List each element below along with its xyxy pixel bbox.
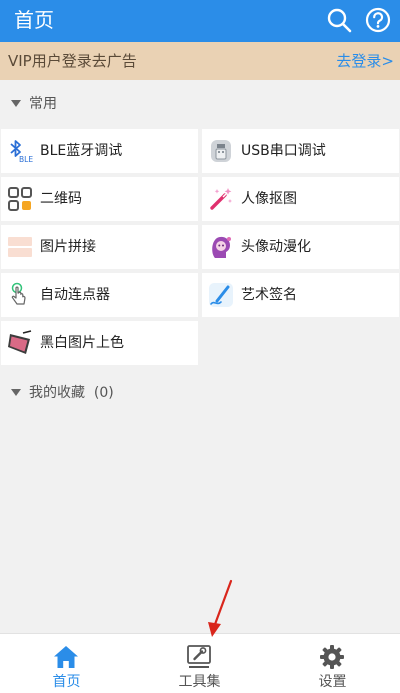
tool-label: BLE蓝牙调试 [40,143,123,159]
image-stitch-icon [8,237,32,257]
vip-message: VIP用户登录去广告 [8,52,137,70]
search-icon[interactable] [326,7,352,33]
home-icon [54,646,78,668]
toolbox-icon [187,645,211,668]
bottom-navigation: 首页 工具集 设置 [0,633,400,693]
tab-settings[interactable]: 设置 [266,634,399,693]
favorites-title: 我的收藏 [29,385,85,401]
section-common-header[interactable]: 常用 [0,82,400,126]
settings-gear-icon [320,645,344,669]
tool-label: 艺术签名 [241,287,297,303]
tool-label: 黑白图片上色 [40,335,124,351]
tool-label: 图片拼接 [40,239,96,255]
anime-avatar-icon [212,236,231,258]
annotation-arrow [208,579,233,637]
tab-toolbox[interactable]: 工具集 [133,634,266,693]
bluetooth-ble-icon: BLE [10,140,33,164]
section-common-label: 常用 [29,96,57,112]
tool-label: USB串口调试 [241,143,326,159]
svg-text:BLE: BLE [19,155,33,164]
tab-home[interactable]: 首页 [0,634,133,693]
login-link[interactable]: 去登录> [336,52,394,70]
tab-label: 工具集 [178,674,221,690]
tool-label: 头像动漫化 [241,239,311,255]
section-favorites-header[interactable]: 我的收藏 (0) [0,371,400,415]
tool-colorize-bw-photo[interactable]: 黑白图片上色 [1,321,198,365]
tool-label: 人像抠图 [241,191,297,207]
qr-code-icon [8,187,32,211]
section-favorites-label: 我的收藏 (0) [29,384,114,402]
tab-label: 首页 [52,674,81,690]
usb-icon [211,140,231,162]
tool-ble-debug[interactable]: BLE BLE蓝牙调试 [1,129,198,173]
colorize-icon [8,330,32,354]
tool-usb-serial-debug[interactable]: USB串口调试 [202,129,399,173]
help-icon[interactable] [365,7,391,33]
tool-portrait-cutout[interactable]: 人像抠图 [202,177,399,221]
signature-pen-icon [209,283,233,307]
tab-label: 设置 [318,674,347,690]
tool-qr-code[interactable]: 二维码 [1,177,198,221]
collapse-arrow-icon [11,100,21,107]
app-bar: 首页 [0,0,400,42]
tool-image-stitch[interactable]: 图片拼接 [1,225,198,269]
vip-banner[interactable]: VIP用户登录去广告 去登录> [0,42,400,80]
collapse-arrow-icon [11,389,21,396]
tool-auto-clicker[interactable]: 自动连点器 [1,273,198,317]
page-title: 首页 [14,8,54,32]
favorites-count: (0) [93,385,114,401]
tool-label: 二维码 [40,191,82,207]
tool-art-signature[interactable]: 艺术签名 [202,273,399,317]
magic-wand-icon [210,188,232,210]
tool-label: 自动连点器 [40,287,110,303]
auto-clicker-icon [11,282,26,305]
tool-anime-avatar[interactable]: 头像动漫化 [202,225,399,269]
